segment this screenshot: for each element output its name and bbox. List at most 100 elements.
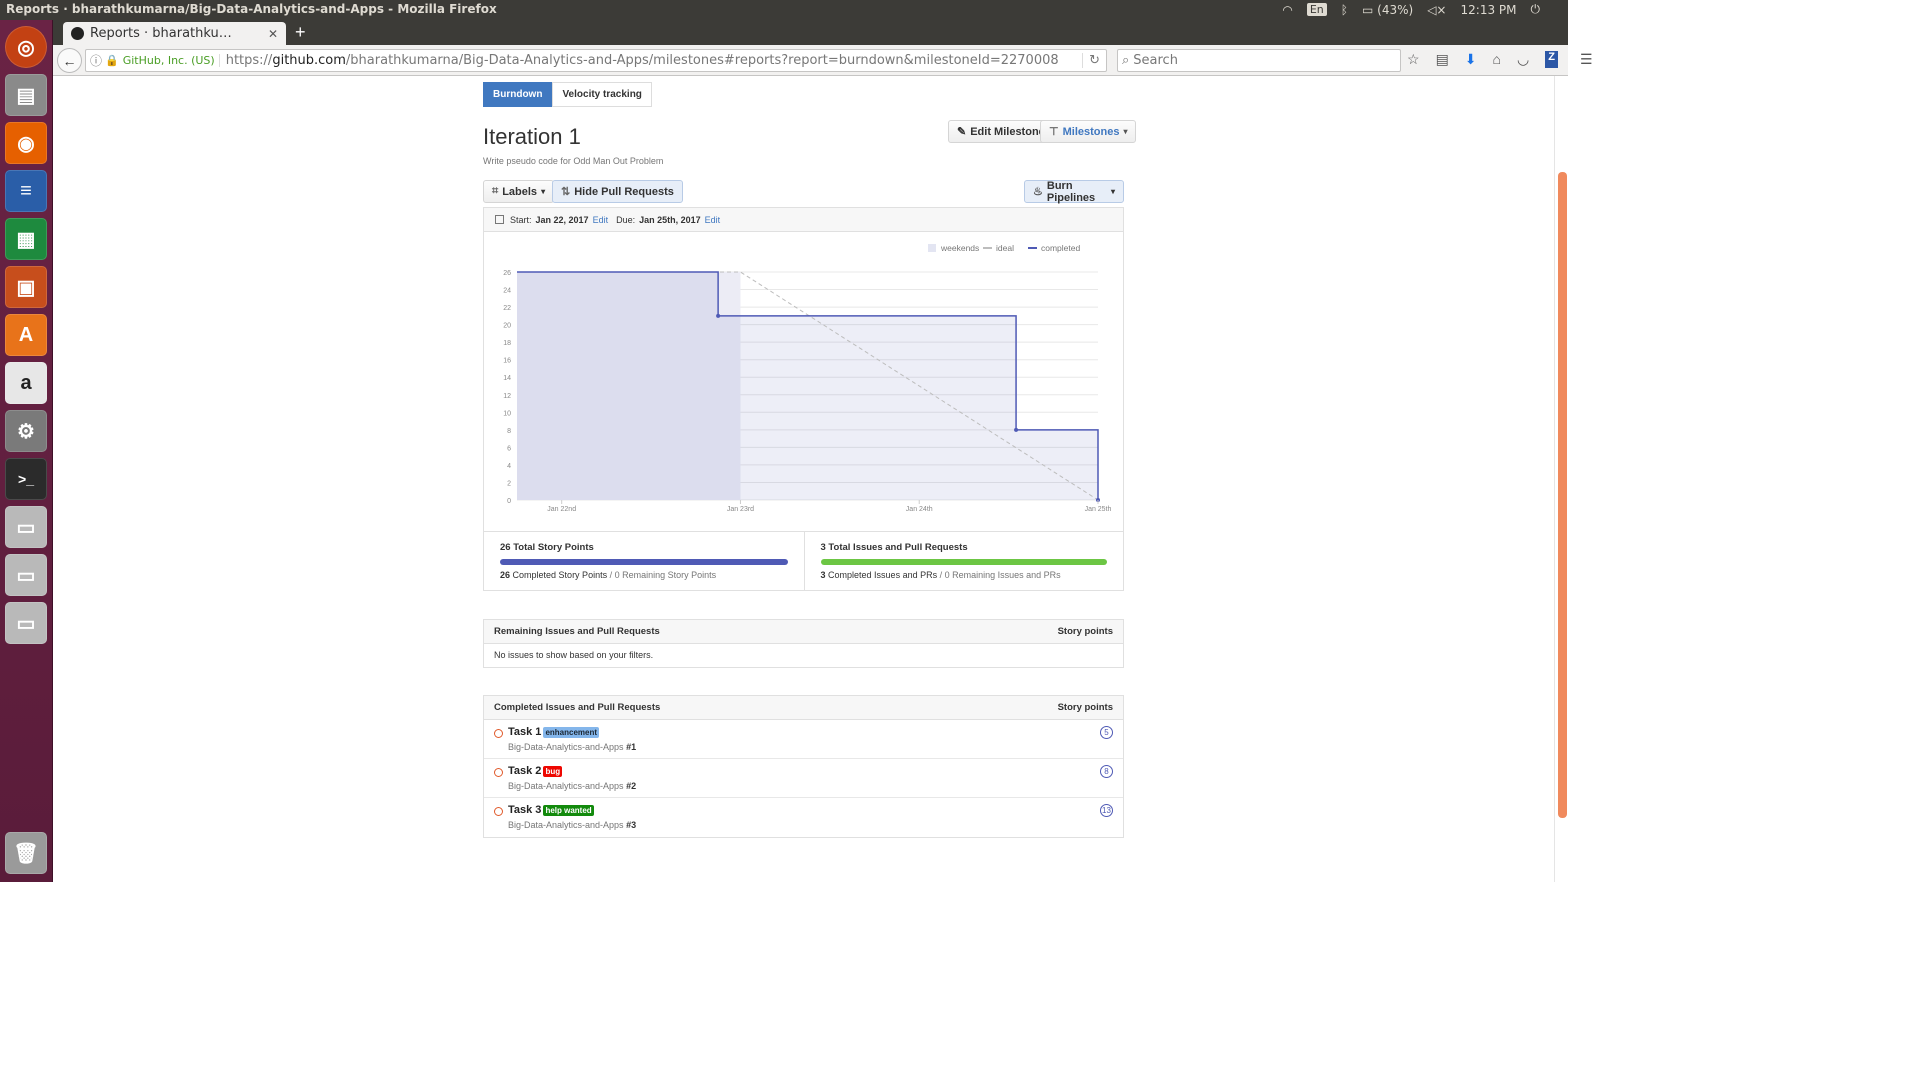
- remaining-issues-title: Remaining Issues and Pull Requests: [494, 626, 660, 637]
- issues-total: 3 Total Issues and Pull Requests: [820, 542, 968, 553]
- libreoffice-writer-icon[interactable]: ≡: [5, 170, 47, 212]
- url-bar[interactable]: ⓘ 🔒 GitHub, Inc. (US) https://github.com…: [85, 49, 1107, 72]
- burn-pipelines-dropdown[interactable]: ♨ Burn Pipelines ▾: [1024, 179, 1124, 204]
- due-label: Due:: [616, 214, 636, 225]
- y-tick-label: 12: [503, 393, 511, 400]
- issue-repo: Big-Data-Analytics-and-Apps #1: [508, 742, 636, 752]
- firefox-icon[interactable]: ◉: [5, 122, 47, 164]
- flame-icon: ♨: [1033, 186, 1043, 198]
- system-settings-icon[interactable]: ⚙: [5, 410, 47, 452]
- bookmark-star-icon[interactable]: ☆: [1407, 51, 1420, 68]
- hide-pull-requests-button[interactable]: ⇅ Hide Pull Requests: [552, 180, 683, 203]
- issue-title[interactable]: Task 3: [508, 804, 541, 816]
- trash-icon[interactable]: 🗑: [5, 832, 47, 874]
- y-tick-label: 26: [503, 270, 511, 277]
- story-points-summary: 26 Total Story Points 26 Completed Story…: [484, 532, 804, 591]
- list-item[interactable]: Task 2 bug Big-Data-Analytics-and-Apps #…: [484, 759, 1123, 798]
- battery-percent: (43%): [1377, 2, 1414, 17]
- x-tick-label: Jan 24th: [906, 506, 933, 513]
- y-tick-label: 16: [503, 358, 511, 365]
- scrollbar-thumb[interactable]: [1558, 172, 1567, 818]
- wifi-icon[interactable]: ◠: [1282, 3, 1292, 17]
- issue-number: #1: [626, 742, 637, 752]
- volume-muted-icon[interactable]: ◁×: [1427, 3, 1446, 17]
- issues-completed-text: Completed Issues and PRs: [828, 570, 938, 580]
- keyboard-layout-indicator[interactable]: En: [1306, 3, 1327, 16]
- issue-repo: Big-Data-Analytics-and-Apps #3: [508, 820, 636, 830]
- drive-icon[interactable]: ▭: [5, 506, 47, 548]
- completed-issues-title: Completed Issues and Pull Requests: [494, 702, 661, 713]
- y-tick-label: 10: [503, 410, 511, 417]
- y-tick-label: 24: [503, 288, 511, 295]
- caret-down-icon: ▾: [541, 187, 546, 196]
- issue-title[interactable]: Task 1: [508, 726, 541, 738]
- completed-issues-header: Completed Issues and Pull Requests Story…: [484, 696, 1123, 720]
- chart-completed-area: [517, 272, 1098, 500]
- list-item[interactable]: Task 1 enhancement Big-Data-Analytics-an…: [484, 720, 1123, 759]
- libreoffice-impress-icon[interactable]: ▣: [5, 266, 47, 308]
- home-icon[interactable]: ⌂: [1493, 51, 1501, 68]
- reading-list-icon[interactable]: ▤: [1436, 51, 1449, 68]
- pocket-icon[interactable]: ◡: [1517, 51, 1529, 68]
- edit-milestone-button[interactable]: ✎ Edit Milestone: [948, 120, 1054, 143]
- ubuntu-dash-icon[interactable]: ◎: [5, 26, 47, 68]
- legend-label: ideal: [996, 243, 1014, 253]
- y-tick-label: 22: [503, 305, 511, 312]
- software-center-icon[interactable]: A: [5, 314, 47, 356]
- drive-icon[interactable]: ▭: [5, 602, 47, 644]
- edit-start-link[interactable]: Edit: [593, 215, 609, 225]
- amazon-icon[interactable]: a: [5, 362, 47, 404]
- tab-burndown[interactable]: Burndown: [483, 82, 553, 107]
- page-scrollbar[interactable]: [1554, 76, 1568, 882]
- issue-label[interactable]: help wanted: [543, 804, 594, 816]
- reload-icon[interactable]: ↻: [1082, 53, 1106, 68]
- legend-label: weekends: [940, 243, 979, 253]
- story-points-completed-text: Completed Story Points: [512, 570, 608, 580]
- issues-progress-bar: [820, 559, 1107, 565]
- bluetooth-icon[interactable]: ᛒ: [1341, 3, 1348, 17]
- files-icon[interactable]: ▤: [5, 74, 47, 116]
- issue-label[interactable]: enhancement: [543, 726, 600, 738]
- edit-due-link[interactable]: Edit: [705, 215, 721, 225]
- terminal-icon[interactable]: >_: [5, 458, 47, 500]
- info-icon[interactable]: ⓘ: [86, 52, 105, 69]
- issue-label[interactable]: bug: [543, 765, 563, 777]
- caret-down-icon: ▾: [1123, 127, 1128, 136]
- labels-filter-button[interactable]: ⌗ Labels ▾: [483, 180, 555, 203]
- completed-point: [716, 313, 721, 318]
- completed-area: [517, 272, 1098, 500]
- issue-title[interactable]: Task 2: [508, 765, 541, 777]
- menu-icon[interactable]: ☰: [1580, 51, 1593, 68]
- drive-icon[interactable]: ▭: [5, 554, 47, 596]
- search-input[interactable]: ⌕ Search: [1117, 49, 1401, 72]
- y-tick-label: 8: [507, 428, 511, 435]
- site-identity[interactable]: GitHub, Inc. (US): [119, 54, 220, 67]
- arrow-left-icon: ←: [62, 52, 77, 69]
- issues-summary: 3 Total Issues and Pull Requests 3 Compl…: [803, 532, 1124, 591]
- milestones-label: Milestones: [1062, 125, 1120, 138]
- url-protocol: https://: [225, 53, 273, 68]
- libreoffice-calc-icon[interactable]: ▦: [5, 218, 47, 260]
- new-tab-button[interactable]: +: [295, 22, 306, 43]
- y-tick-label: 14: [503, 375, 511, 382]
- milestones-dropdown[interactable]: ⊤ Milestones ▾: [1040, 120, 1137, 143]
- download-icon[interactable]: ⬇: [1465, 51, 1477, 68]
- battery-indicator[interactable]: ▭ (43%): [1362, 3, 1413, 17]
- browser-tab[interactable]: Reports · bharathku… ✕: [63, 22, 286, 45]
- zotero-icon[interactable]: Z: [1545, 51, 1558, 68]
- burn-pipelines-label: Burn Pipelines: [1046, 179, 1096, 204]
- x-tick-label: Jan 22nd: [547, 506, 576, 513]
- close-tab-icon[interactable]: ✕: [268, 27, 278, 41]
- list-item[interactable]: Task 3 help wanted Big-Data-Analytics-an…: [484, 798, 1123, 837]
- clock[interactable]: 12:13 PM: [1461, 3, 1517, 17]
- back-button[interactable]: ←: [57, 48, 82, 73]
- power-icon[interactable]: ⏻: [1531, 2, 1541, 17]
- tab-velocity-tracking[interactable]: Velocity tracking: [552, 82, 652, 107]
- issues-completed-count: 3: [820, 570, 826, 580]
- y-tick-label: 4: [507, 463, 511, 470]
- issue-title-row: Task 3 help wanted: [508, 804, 594, 816]
- burndown-report-panel: Start: Jan 22, 2017 Edit Due: Jan 25th, …: [483, 207, 1124, 591]
- issue-number: #2: [626, 781, 637, 791]
- x-tick-label: Jan 23rd: [727, 506, 754, 513]
- story-points-completed-count: 26: [500, 570, 511, 580]
